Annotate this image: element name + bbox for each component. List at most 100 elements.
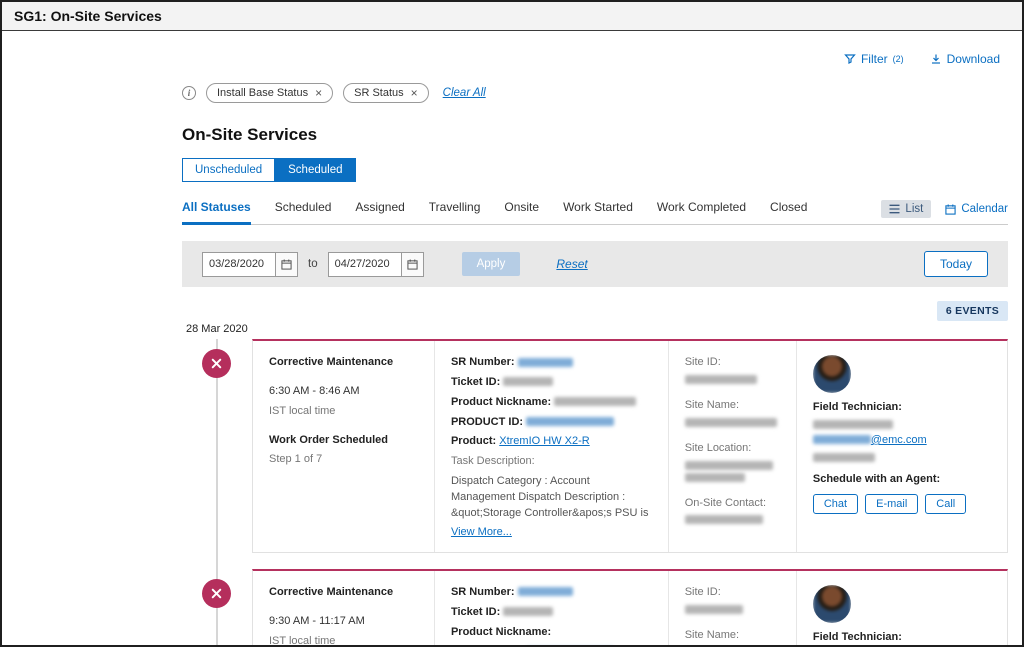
scheduled-toggle-button[interactable]: Scheduled <box>275 158 355 182</box>
tab-onsite[interactable]: Onsite <box>504 200 539 224</box>
close-icon[interactable]: × <box>315 87 322 99</box>
from-date-field <box>202 252 298 277</box>
redacted-site-id <box>685 605 743 614</box>
redacted-technician-name <box>813 420 893 429</box>
product-nickname-label: Product Nickname: <box>451 396 551 408</box>
reset-link[interactable]: Reset <box>556 257 587 271</box>
onsite-contact-label: On-Site Contact: <box>685 496 780 511</box>
from-date-calendar-icon[interactable] <box>275 253 297 276</box>
event-time: 9:30 AM - 11:17 AM <box>269 614 418 629</box>
event-item: Corrective Maintenance 6:30 AM - 8:46 AM… <box>252 339 1008 553</box>
event-step: Step 1 of 7 <box>269 452 418 467</box>
tab-closed[interactable]: Closed <box>770 200 807 224</box>
filter-count: (2) <box>893 54 904 64</box>
today-button[interactable]: Today <box>924 251 988 277</box>
tab-scheduled[interactable]: Scheduled <box>275 200 332 224</box>
event-details-column: SR Number: Ticket ID: Product Nickname: … <box>434 341 668 552</box>
field-technician-label: Field Technician: <box>813 400 991 415</box>
calendar-icon <box>945 204 956 215</box>
chip-label: SR Status <box>354 87 404 99</box>
window-title: SG1: On-Site Services <box>2 2 1022 31</box>
filter-label: Filter <box>861 52 888 66</box>
event-type: Corrective Maintenance <box>269 585 418 600</box>
site-name-label: Site Name: <box>685 628 780 643</box>
events-count-row: 6 EVENTS <box>182 301 1008 321</box>
product-nickname-label: Product Nickname: <box>451 626 551 638</box>
maintenance-wrench-icon <box>202 349 231 378</box>
field-technician-label: Field Technician: <box>813 630 991 645</box>
redacted-sr-number[interactable] <box>518 358 573 367</box>
header-actions: Filter (2) Download <box>844 52 1000 66</box>
tab-assigned[interactable]: Assigned <box>355 200 404 224</box>
redacted-onsite-contact <box>685 515 763 524</box>
unscheduled-toggle-button[interactable]: Unscheduled <box>182 158 275 182</box>
sr-number-label: SR Number: <box>451 586 515 598</box>
redacted-ticket-id <box>503 377 553 386</box>
to-date-input[interactable] <box>329 258 401 270</box>
view-more-link[interactable]: View More... <box>451 526 512 538</box>
date-range-bar: to Apply Reset Today <box>182 241 1008 287</box>
technician-photo <box>813 355 851 393</box>
event-summary-column: Corrective Maintenance 9:30 AM - 11:17 A… <box>253 571 434 647</box>
ticket-id-label: Ticket ID: <box>451 606 500 618</box>
redacted-sr-number[interactable] <box>518 587 573 596</box>
task-description-text: Dispatch Category : Account Management D… <box>451 474 652 522</box>
technician-avatar <box>813 355 851 393</box>
tab-all-statuses[interactable]: All Statuses <box>182 200 251 225</box>
list-view-label: List <box>905 203 923 215</box>
tab-work-started[interactable]: Work Started <box>563 200 633 224</box>
list-icon <box>889 204 900 214</box>
to-date-field <box>328 252 424 277</box>
app-window: SG1: On-Site Services Filter (2) Download… <box>0 0 1024 647</box>
filter-chip-sr-status[interactable]: SR Status × <box>343 83 429 103</box>
product-link[interactable]: XtremIO HW X2-R <box>499 435 589 447</box>
filter-button[interactable]: Filter (2) <box>844 52 904 66</box>
agent-actions: Chat E-mail Call <box>813 494 991 514</box>
redacted-email-user[interactable] <box>813 435 871 444</box>
event-card: Corrective Maintenance 6:30 AM - 8:46 AM… <box>252 339 1008 553</box>
window-title-text: SG1: On-Site Services <box>14 8 162 24</box>
list-view-button[interactable]: List <box>881 200 931 218</box>
chat-button[interactable]: Chat <box>813 494 858 514</box>
calendar-view-label: Calendar <box>961 203 1008 215</box>
timeline-date-label: 28 Mar 2020 <box>186 323 1008 335</box>
clear-all-link[interactable]: Clear All <box>443 87 486 99</box>
close-icon[interactable]: × <box>411 87 418 99</box>
download-button[interactable]: Download <box>930 52 1000 66</box>
email-button[interactable]: E-mail <box>865 494 918 514</box>
redacted-site-name <box>685 418 777 427</box>
events-count-badge: 6 EVENTS <box>937 301 1008 321</box>
download-icon <box>930 53 942 65</box>
event-time: 6:30 AM - 8:46 AM <box>269 384 418 399</box>
from-date-input[interactable] <box>203 258 275 270</box>
redacted-product-id[interactable] <box>526 417 614 426</box>
redacted-site-location-2 <box>685 473 745 482</box>
call-button[interactable]: Call <box>925 494 966 514</box>
view-switch: List Calendar <box>881 200 1008 224</box>
schedule-toggle: Unscheduled Scheduled <box>182 158 356 182</box>
filter-chip-install-base-status[interactable]: Install Base Status × <box>206 83 333 103</box>
site-name-label: Site Name: <box>685 398 780 413</box>
site-column: Site ID: Site Name: Site Location: On-Si… <box>668 341 796 552</box>
main-content: i Install Base Status × SR Status × Clea… <box>182 31 1008 647</box>
tab-travelling[interactable]: Travelling <box>429 200 481 224</box>
technician-column: Field Technician: @emc.com Schedule with… <box>796 571 1007 647</box>
event-details-column: SR Number: Ticket ID: Product Nickname: … <box>434 571 668 647</box>
apply-button[interactable]: Apply <box>462 252 521 276</box>
site-column: Site ID: Site Name: Site Location: On-Si… <box>668 571 796 647</box>
event-summary-column: Corrective Maintenance 6:30 AM - 8:46 AM… <box>253 341 434 552</box>
schedule-agent-label: Schedule with an Agent: <box>813 472 991 487</box>
event-card: Corrective Maintenance 9:30 AM - 11:17 A… <box>252 569 1008 647</box>
download-label: Download <box>947 52 1000 66</box>
event-type: Corrective Maintenance <box>269 355 418 370</box>
technician-email-domain[interactable]: @emc.com <box>871 434 927 446</box>
to-date-calendar-icon[interactable] <box>401 253 423 276</box>
technician-column: Field Technician: @emc.com Schedule with… <box>796 341 1007 552</box>
info-icon: i <box>182 86 196 100</box>
event-item: Corrective Maintenance 9:30 AM - 11:17 A… <box>252 569 1008 647</box>
redacted-phone <box>813 453 875 462</box>
calendar-view-button[interactable]: Calendar <box>945 203 1008 215</box>
to-label: to <box>308 258 318 270</box>
page-title: On-Site Services <box>182 125 1008 145</box>
tab-work-completed[interactable]: Work Completed <box>657 200 746 224</box>
